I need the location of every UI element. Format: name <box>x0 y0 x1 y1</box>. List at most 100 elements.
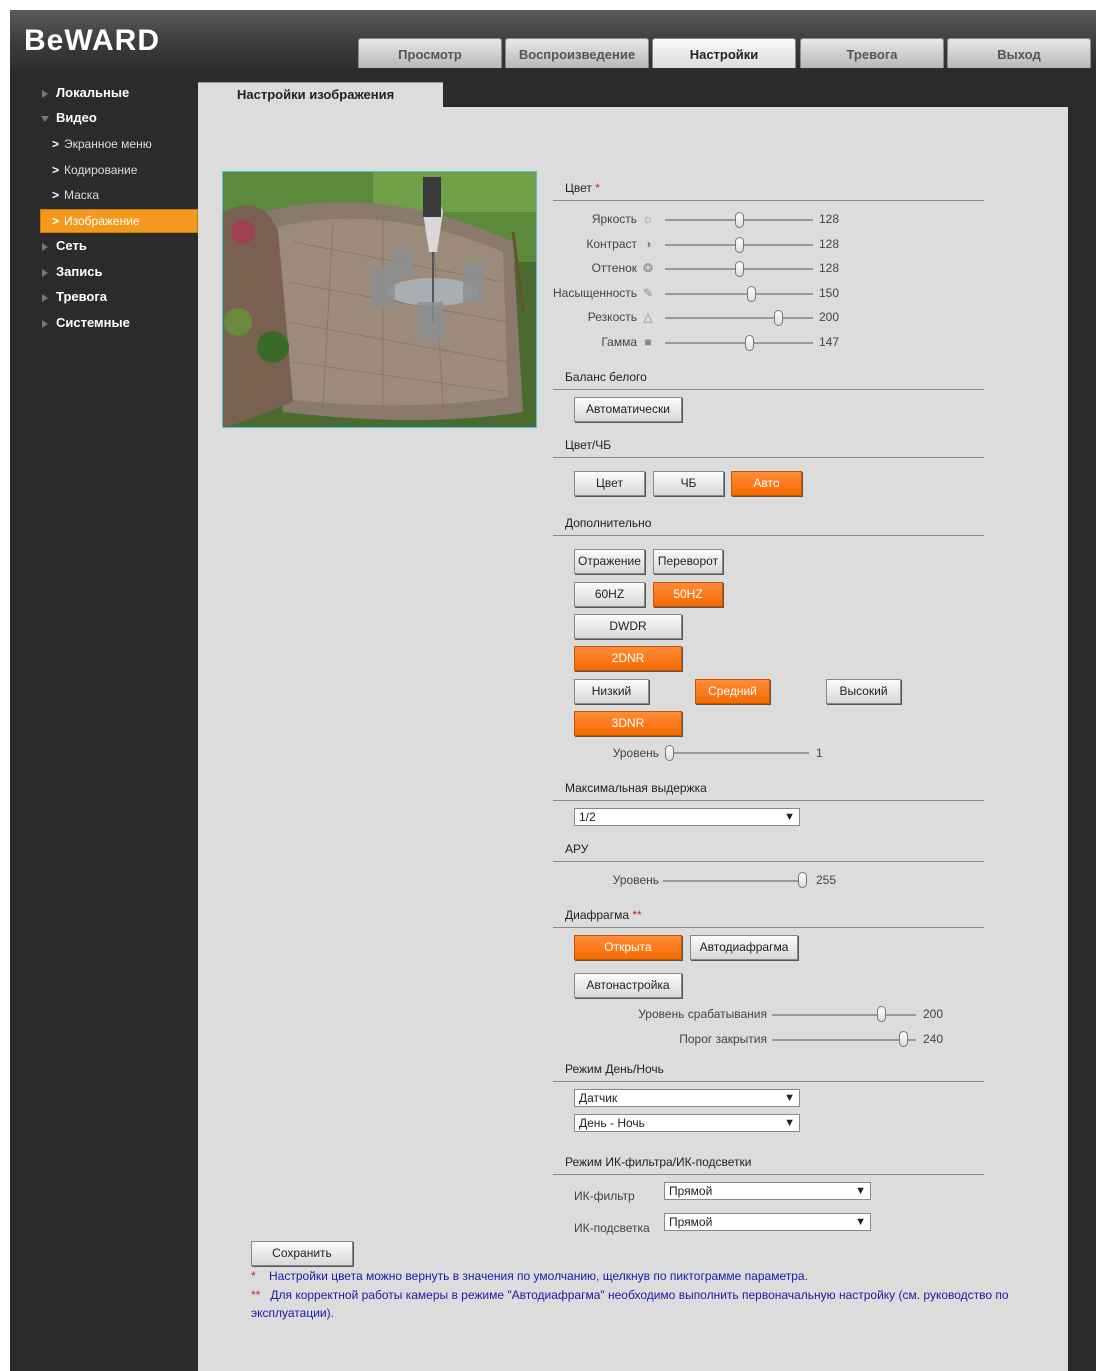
color-slider-handle[interactable] <box>735 212 744 228</box>
section-divider <box>553 1081 984 1082</box>
ir-filter-label: ИК-фильтр <box>574 1189 635 1203</box>
sidebar-subitem-mask[interactable]: > Маска <box>40 184 198 206</box>
color-slider-handle[interactable] <box>745 335 754 351</box>
camera-preview <box>222 171 537 428</box>
3dnr-level-slider-handle[interactable] <box>665 745 674 761</box>
tab-alarm[interactable]: Тревога <box>800 38 944 68</box>
mirror-button[interactable]: Отражение <box>574 549 645 574</box>
dwdr-button[interactable]: DWDR <box>574 614 682 639</box>
note-autoiris-line2: эксплуатации). <box>251 1306 334 1320</box>
color-mode-button[interactable]: Цвет <box>574 471 645 496</box>
note-color-reset: * Настройки цвета можно вернуть в значен… <box>251 1269 808 1283</box>
iris-close-label: Порог закрытия <box>679 1032 767 1046</box>
section-color-title: Цвет * <box>565 181 600 195</box>
2dnr-high-button[interactable]: Высокий <box>826 679 901 704</box>
ir-light-select[interactable]: Прямой ▼ <box>664 1213 871 1231</box>
section-divider <box>553 927 984 928</box>
iris-trigger-label: Уровень срабатывания <box>638 1007 767 1021</box>
sidebar-item-record[interactable]: Запись <box>10 260 198 284</box>
color-slider-handle[interactable] <box>735 261 744 277</box>
section-divider <box>553 535 984 536</box>
iris-trigger-slider-handle[interactable] <box>877 1006 886 1022</box>
contrast-icon[interactable]: ◑ <box>641 237 655 251</box>
section-extra-title: Дополнительно <box>565 516 652 530</box>
chevron-down-icon: ▼ <box>784 1117 795 1129</box>
agc-level-slider-handle[interactable] <box>798 872 807 888</box>
2dnr-button[interactable]: 2DNR <box>574 646 682 671</box>
section-white-balance-title: Баланс белого <box>565 370 647 384</box>
daynight-type-select[interactable]: День - Ночь ▼ <box>574 1114 800 1132</box>
iris-autoset-button[interactable]: Автонастройка <box>574 973 682 998</box>
section-daynight-title: Режим День/Ночь <box>565 1062 664 1076</box>
tab-view[interactable]: Просмотр <box>358 38 502 68</box>
max-shutter-select[interactable]: 1/2 ▼ <box>574 808 800 826</box>
flip-button[interactable]: Переворот <box>653 549 723 574</box>
2dnr-medium-button[interactable]: Средний <box>695 679 770 704</box>
saturation-icon[interactable]: ✎ <box>641 286 655 300</box>
section-divider <box>553 861 984 862</box>
sidebar-subitem-image[interactable]: > Изображение <box>40 209 198 233</box>
color-slider-value: 147 <box>819 335 840 349</box>
chevron-right-icon: > <box>52 163 60 177</box>
ir-filter-select[interactable]: Прямой ▼ <box>664 1182 871 1200</box>
collapsed-arrow-icon <box>42 89 48 98</box>
expanded-arrow-icon <box>41 115 49 122</box>
save-button[interactable]: Сохранить <box>251 1241 353 1266</box>
auto-mode-button[interactable]: Авто <box>731 471 802 496</box>
sidebar-subitem-encoding[interactable]: > Кодирование <box>40 159 198 181</box>
iris-close-slider-handle[interactable] <box>899 1031 908 1047</box>
chevron-down-icon: ▼ <box>855 1185 866 1197</box>
iris-open-button[interactable]: Открыта <box>574 935 682 960</box>
collapsed-arrow-icon <box>42 319 48 328</box>
required-star: * <box>595 181 600 195</box>
chevron-right-icon: > <box>52 137 60 151</box>
color-slider-track[interactable] <box>665 342 813 344</box>
sidebar-item-alarm[interactable]: Тревога <box>10 285 198 309</box>
color-slider-handle[interactable] <box>747 286 756 302</box>
ir-light-label: ИК-подсветка <box>574 1221 650 1235</box>
iris-close-track[interactable] <box>772 1039 916 1041</box>
sidebar-item-local[interactable]: Локальные <box>10 81 198 105</box>
sidebar-item-video[interactable]: Видео <box>10 106 198 130</box>
tab-playback[interactable]: Воспроизведение <box>505 38 649 68</box>
bw-mode-button[interactable]: ЧБ <box>653 471 724 496</box>
iris-trigger-track[interactable] <box>772 1014 916 1016</box>
3dnr-level-track[interactable] <box>665 752 809 754</box>
section-ir-title: Режим ИК-фильтра/ИК-подсветки <box>565 1155 752 1169</box>
3dnr-button[interactable]: 3DNR <box>574 711 682 736</box>
agc-level-track[interactable] <box>663 880 807 882</box>
gamma-icon[interactable]: ■ <box>641 335 655 349</box>
section-color-bw-title: Цвет/ЧБ <box>565 438 612 452</box>
60hz-button[interactable]: 60HZ <box>574 582 645 607</box>
sidebar-subitem-osd[interactable]: > Экранное меню <box>40 133 198 155</box>
color-slider-track[interactable] <box>665 317 813 319</box>
color-slider-handle[interactable] <box>735 237 744 253</box>
section-shutter-title: Максимальная выдержка <box>565 781 707 795</box>
hue-palette-icon[interactable]: ❂ <box>641 261 655 275</box>
section-iris-title: Диафрагма ** <box>565 908 642 922</box>
section-divider <box>553 457 984 458</box>
color-slider-value: 128 <box>819 212 840 226</box>
color-slider-value: 150 <box>819 286 840 300</box>
white-balance-auto-button[interactable]: Автоматически <box>574 397 682 422</box>
50hz-button[interactable]: 50HZ <box>653 582 723 607</box>
collapsed-arrow-icon <box>42 242 48 251</box>
color-slider-value: 200 <box>819 310 840 324</box>
sun-icon[interactable]: ☼ <box>641 212 655 226</box>
note-autoiris-line1: ** Для корректной работы камеры в режиме… <box>251 1288 1009 1302</box>
sidebar-item-network[interactable]: Сеть <box>10 234 198 258</box>
preview-image <box>223 172 536 427</box>
color-slider-track[interactable] <box>665 293 813 295</box>
sidebar-item-system[interactable]: Системные <box>10 311 198 335</box>
daynight-mode-select[interactable]: Датчик ▼ <box>574 1089 800 1107</box>
color-slider-label: Контраст <box>586 237 637 251</box>
sharpness-icon[interactable]: △ <box>641 310 655 324</box>
iris-auto-button[interactable]: Автодиафрагма <box>690 935 798 960</box>
iris-trigger-value: 200 <box>923 1007 944 1021</box>
tab-settings[interactable]: Настройки <box>652 38 796 68</box>
tab-exit[interactable]: Выход <box>947 38 1091 68</box>
color-slider-label: Оттенок <box>591 261 637 275</box>
color-slider-handle[interactable] <box>774 310 783 326</box>
2dnr-low-button[interactable]: Низкий <box>574 679 649 704</box>
3dnr-level-value: 1 <box>816 746 823 760</box>
